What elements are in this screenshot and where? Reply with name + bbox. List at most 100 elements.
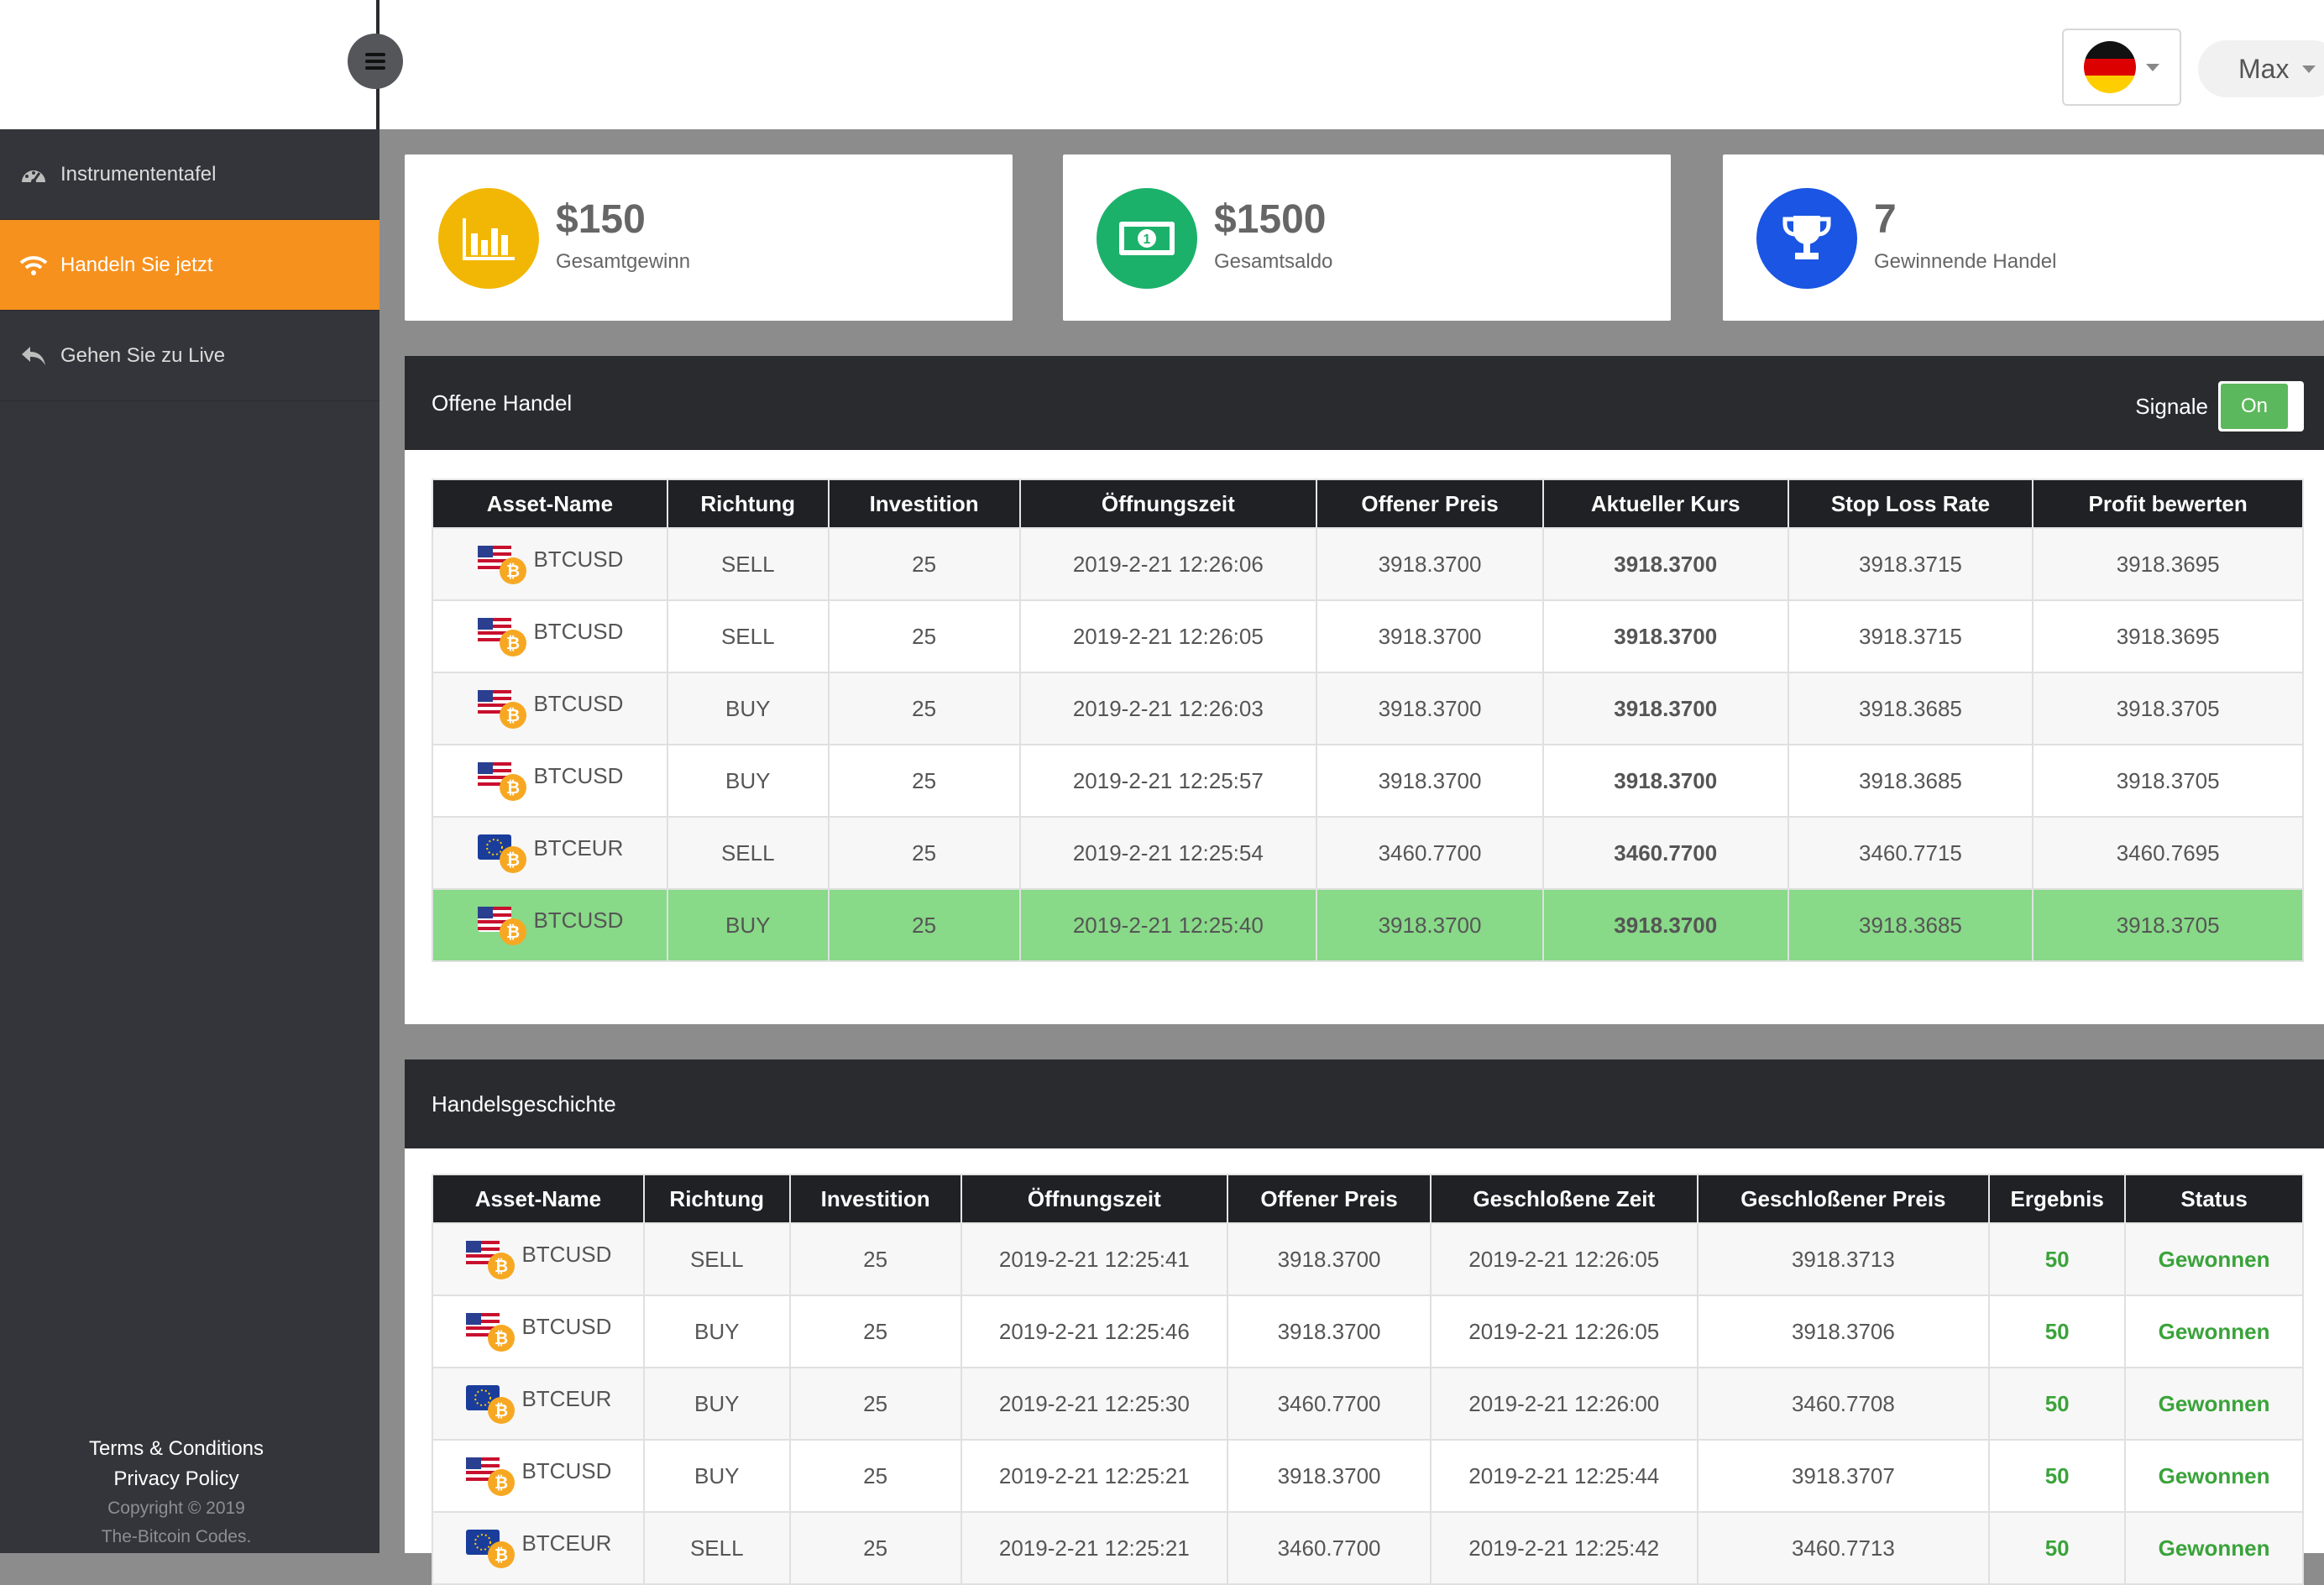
sidebar-item-label: Instrumententafel: [60, 162, 217, 186]
asset-name: BTCUSD: [533, 618, 624, 644]
table-row[interactable]: ₿ BTCUSD BUY 25 2019-2-21 12:25:57 3918.3700 3…: [432, 744, 2304, 818]
table-row[interactable]: ₿ BTCEUR SELL 25 2019-2-21 12:25:21 3460.7700…: [432, 1511, 2304, 1585]
investment-cell: 25: [827, 888, 1021, 962]
direction-cell: SELL: [642, 1222, 791, 1296]
profit-rate-cell: 3918.3695: [2032, 527, 2304, 601]
sidebar-item-trade-now[interactable]: Handeln Sie jetzt: [0, 220, 379, 311]
status-cell: Gewonnen: [2124, 1295, 2304, 1368]
user-menu-button[interactable]: Max: [2198, 40, 2324, 97]
svg-text:₿: ₿: [495, 1473, 508, 1493]
hamburger-menu-button[interactable]: [348, 34, 403, 89]
investment-cell: 25: [827, 744, 1021, 818]
stat-label: Gesamtsaldo: [1214, 250, 1333, 273]
user-name: Max: [2238, 53, 2290, 84]
signals-label: Signale: [2135, 393, 2208, 419]
language-selector[interactable]: [2062, 29, 2181, 106]
table-row[interactable]: ₿ BTCUSD SELL 25 2019-2-21 12:26:06 3918.3700…: [432, 527, 2304, 601]
table-row[interactable]: ₿ BTCEUR SELL 25 2019-2-21 12:25:54 3460.7700…: [432, 816, 2304, 890]
stop-loss-cell: 3460.7715: [1787, 816, 2034, 890]
status-cell: Gewonnen: [2124, 1439, 2304, 1513]
stat-card-total-balance: 1 $1500 Gesamtsaldo: [1063, 154, 1671, 321]
asset-cell: ₿ BTCUSD: [432, 744, 668, 818]
trophy-icon: [1756, 188, 1857, 289]
current-rate-cell: 3918.3700: [1541, 888, 1789, 962]
open-time-cell: 2019-2-21 12:26:03: [1018, 672, 1318, 745]
result-cell: 50: [1988, 1367, 2127, 1441]
close-time-cell: 2019-2-21 12:26:00: [1429, 1367, 1699, 1441]
open-price-cell: 3460.7700: [1227, 1511, 1432, 1585]
investment-cell: 25: [827, 816, 1021, 890]
direction-cell: SELL: [666, 527, 830, 601]
asset-cell: ₿ BTCUSD: [432, 527, 668, 601]
money-bill-icon: 1: [1097, 188, 1197, 289]
sidebar-item-dashboard[interactable]: Instrumententafel: [0, 129, 379, 220]
sidebar-item-label: Gehen Sie zu Live: [60, 343, 226, 367]
svg-text:₿: ₿: [506, 922, 520, 942]
terms-link[interactable]: Terms & Conditions: [0, 1434, 353, 1464]
table-row[interactable]: ₿ BTCUSD SELL 25 2019-2-21 12:26:05 3918.3700…: [432, 599, 2304, 673]
close-time-cell: 2019-2-21 12:25:42: [1429, 1511, 1699, 1585]
stop-loss-cell: 3918.3715: [1787, 527, 2034, 601]
trade-history-table: Asset-Name Richtung Investition Öffnungszei…: [432, 1174, 2304, 1585]
close-price-cell: 3918.3706: [1696, 1295, 1991, 1368]
open-trades-table: Asset-Name Richtung Investition Öffnungszei…: [432, 479, 2304, 962]
direction-cell: BUY: [666, 888, 830, 962]
investment-cell: 25: [788, 1511, 962, 1585]
table-row[interactable]: ₿ BTCUSD BUY 25 2019-2-21 12:26:03 3918.3700 3…: [432, 672, 2304, 745]
investment-cell: 25: [827, 599, 1021, 673]
column-header: Offener Preis: [1316, 479, 1544, 529]
flag-usa-bitcoin-icon: ₿: [464, 1236, 520, 1283]
panel-title: Handelsgeschichte: [432, 1091, 616, 1117]
svg-text:₿: ₿: [495, 1545, 508, 1565]
stat-label: Gesamtgewinn: [556, 250, 691, 273]
signals-toggle[interactable]: On: [2218, 381, 2304, 432]
table-row[interactable]: ₿ BTCUSD SELL 25 2019-2-21 12:25:41 3918.3700…: [432, 1222, 2304, 1296]
open-time-cell: 2019-2-21 12:25:30: [960, 1367, 1229, 1441]
svg-text:1: 1: [1144, 233, 1151, 247]
stat-value: $1500: [1214, 197, 1327, 242]
stop-loss-cell: 3918.3685: [1787, 888, 2034, 962]
flag-usa-bitcoin-icon: ₿: [476, 757, 531, 804]
svg-text:₿: ₿: [495, 1328, 508, 1348]
column-header: Öffnungszeit: [960, 1174, 1229, 1224]
asset-cell: ₿ BTCEUR: [432, 1367, 645, 1441]
open-time-cell: 2019-2-21 12:26:05: [1018, 599, 1318, 673]
signals-control: Signale On: [2135, 381, 2304, 432]
open-trades-panel: Offene Handel Signale On Asset-Name Richt…: [405, 356, 2324, 1024]
svg-text:₿: ₿: [506, 561, 520, 581]
asset-name: BTCEUR: [521, 1530, 612, 1556]
svg-text:₿: ₿: [495, 1256, 508, 1276]
trade-history-header: Handelsgeschichte: [405, 1059, 2324, 1148]
profit-rate-cell: 3460.7695: [2032, 816, 2304, 890]
asset-name: BTCEUR: [521, 1385, 612, 1411]
result-cell: 50: [1988, 1439, 2127, 1513]
status-cell: Gewonnen: [2124, 1511, 2304, 1585]
investment-cell: 25: [788, 1295, 962, 1368]
column-header: Stop Loss Rate: [1787, 479, 2034, 529]
flag-eu-bitcoin-icon: ₿: [464, 1380, 520, 1427]
flag-usa-bitcoin-icon: ₿: [476, 541, 531, 588]
asset-cell: ₿ BTCEUR: [432, 816, 668, 890]
sidebar-item-go-live[interactable]: Gehen Sie zu Live: [0, 311, 379, 401]
table-row[interactable]: ₿ BTCUSD BUY 25 2019-2-21 12:25:46 3918.3700 2…: [432, 1295, 2304, 1368]
asset-name: BTCUSD: [533, 907, 624, 933]
column-header: Asset-Name: [432, 1174, 645, 1224]
privacy-link[interactable]: Privacy Policy: [0, 1464, 353, 1494]
open-price-cell: 3918.3700: [1227, 1222, 1432, 1296]
open-price-cell: 3918.3700: [1227, 1295, 1432, 1368]
asset-cell: ₿ BTCUSD: [432, 599, 668, 673]
asset-name: BTCEUR: [533, 834, 624, 861]
table-row[interactable]: ₿ BTCUSD BUY 25 2019-2-21 12:25:40 3918.3700 3…: [432, 888, 2304, 962]
stat-card-total-profit: $150 Gesamtgewinn: [405, 154, 1013, 321]
asset-name: BTCUSD: [533, 690, 624, 716]
open-time-cell: 2019-2-21 12:25:41: [960, 1222, 1229, 1296]
copyright-text: Copyright © 2019: [107, 1499, 245, 1518]
site-name-text: The-Bitcoin Codes.: [101, 1527, 252, 1546]
status-cell: Gewonnen: [2124, 1222, 2304, 1296]
column-header: Investition: [788, 1174, 962, 1224]
table-row[interactable]: ₿ BTCEUR BUY 25 2019-2-21 12:25:30 3460.7700 2…: [432, 1367, 2304, 1441]
table-row[interactable]: ₿ BTCUSD BUY 25 2019-2-21 12:25:21 3918.3700 2…: [432, 1439, 2304, 1513]
stat-value: 7: [1874, 197, 1897, 242]
column-header: Profit bewerten: [2032, 479, 2304, 529]
direction-cell: SELL: [666, 599, 830, 673]
